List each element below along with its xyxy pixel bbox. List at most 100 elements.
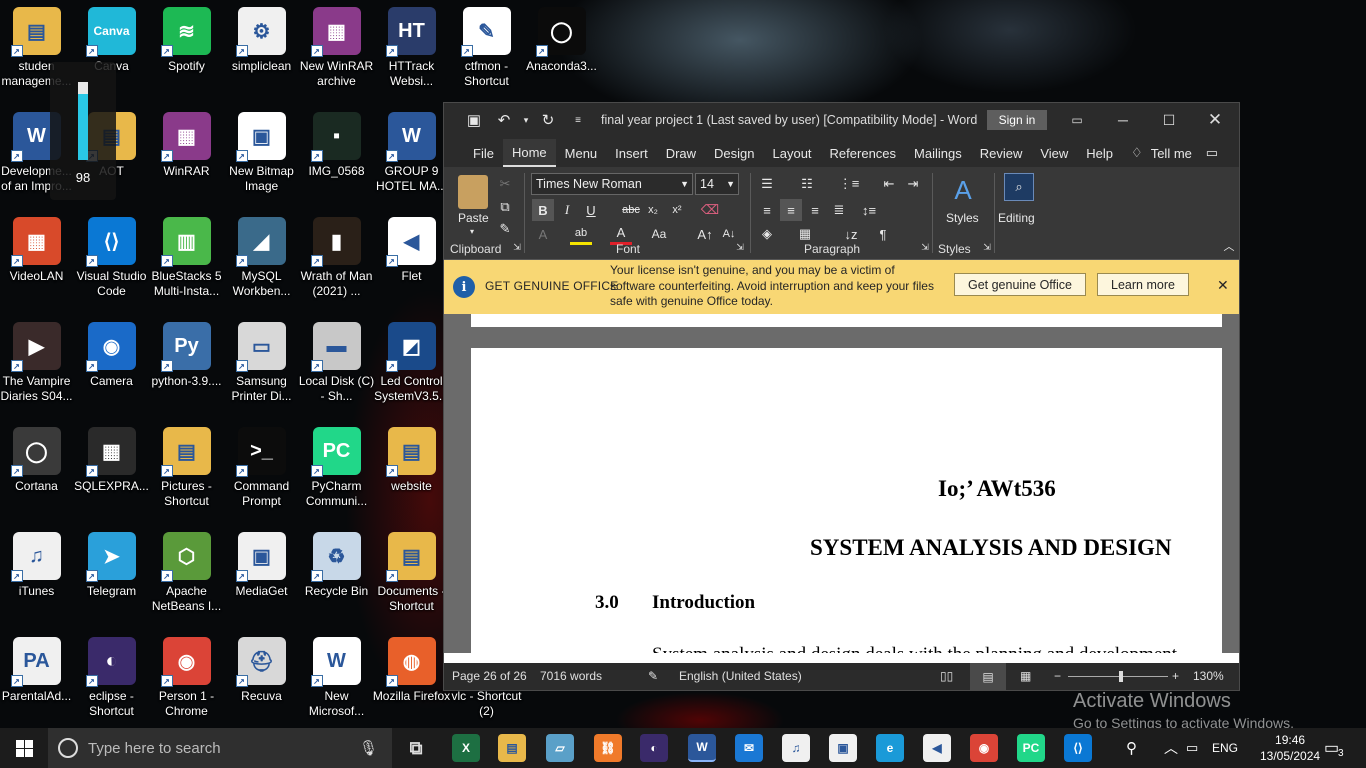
sign-in-button[interactable]: Sign in	[987, 110, 1047, 130]
paste-dropdown-icon[interactable]: ▾	[470, 227, 474, 236]
superscript-button[interactable]: x²	[666, 199, 688, 221]
tab-home[interactable]: Home	[502, 139, 556, 167]
desktop-icon[interactable]: ▬ ↗ Local Disk (C) - Sh...	[299, 315, 374, 420]
undo-icon[interactable]: ↶	[489, 105, 519, 135]
line-spacing-icon[interactable]: ↕≡	[858, 199, 880, 221]
zoom-slider-thumb[interactable]	[1119, 671, 1123, 682]
proofing-icon[interactable]: ✎	[648, 669, 658, 683]
desktop-icon[interactable]: ▣ ↗ New Bitmap Image	[224, 105, 299, 210]
desktop-icon[interactable]: ◩ ↗ Led Control SystemV3.5...	[374, 315, 449, 420]
tab-draw[interactable]: Draw	[657, 139, 705, 167]
file-explorer-icon[interactable]: ▤	[498, 734, 526, 762]
learn-more-button[interactable]: Learn more	[1097, 273, 1189, 296]
tab-menu[interactable]: Menu	[556, 139, 607, 167]
language-status[interactable]: English (United States)	[679, 669, 802, 683]
document-page[interactable]: Io;’ AWt536 SYSTEM ANALYSIS AND DESIGN 3…	[471, 348, 1222, 653]
customize-toolbar-icon[interactable]: ≡	[563, 105, 593, 135]
desktop-icon[interactable]: ◀ ↗ Flet	[374, 210, 449, 315]
text-effects-icon[interactable]: A	[532, 223, 554, 245]
font-size-combo[interactable]: 14 ▼	[695, 173, 739, 195]
increase-indent-icon[interactable]: ⇥	[902, 173, 924, 195]
clear-formatting-icon[interactable]: ⌫	[699, 199, 721, 221]
editing-button[interactable]: Editing	[998, 211, 1035, 225]
tab-insert[interactable]: Insert	[606, 139, 657, 167]
comments-icon[interactable]: ▭	[1197, 139, 1227, 167]
desktop-icon[interactable]: ♻ ↗ Recycle Bin	[299, 525, 374, 630]
word-icon[interactable]: W	[688, 734, 716, 762]
find-icon[interactable]: ⌕	[1004, 173, 1034, 201]
paste-button[interactable]: Paste	[458, 211, 489, 225]
task-view-icon[interactable]: ⧉	[402, 734, 430, 762]
desktop-icon[interactable]: ▦ ↗ VideoLAN	[0, 210, 74, 315]
change-case-icon[interactable]: Aa	[648, 223, 670, 245]
copy-icon[interactable]: ⧉	[494, 196, 516, 218]
desktop-icon[interactable]: ◍ ↗ Mozilla Firefox	[373, 630, 450, 735]
desktop-icon[interactable]: ▤ ↗ website	[374, 420, 449, 525]
styles-button[interactable]: Styles	[946, 211, 979, 225]
language-indicator[interactable]: ENG	[1212, 741, 1238, 755]
shading-icon[interactable]: ◈	[756, 223, 778, 245]
tab-review[interactable]: Review	[971, 139, 1032, 167]
zoom-in-icon[interactable]: +	[1172, 669, 1179, 683]
subscript-button[interactable]: x₂	[642, 199, 664, 221]
desktop-icon[interactable]: ▦ ↗ SQLEXPRA...	[74, 420, 149, 525]
decrease-indent-icon[interactable]: ⇤	[878, 173, 900, 195]
tab-design[interactable]: Design	[705, 139, 763, 167]
desktop-icon[interactable]: ▤ ↗ Pictures - Shortcut	[149, 420, 224, 525]
eclipse-icon[interactable]: ◐	[640, 734, 668, 762]
chrome-icon[interactable]: ◉	[970, 734, 998, 762]
numbering-icon[interactable]: ☷	[796, 173, 818, 195]
web-layout-icon[interactable]: ▦	[1020, 669, 1031, 683]
zoom-out-icon[interactable]: −	[1054, 669, 1061, 683]
desktop-icon[interactable]: HT ↗ HTTrack Websi...	[374, 0, 449, 105]
desktop-icon[interactable]: Py ↗ python-3.9....	[149, 315, 224, 420]
tab-mailings[interactable]: Mailings	[905, 139, 971, 167]
desktop-icon[interactable]: ◉ ↗ Camera	[74, 315, 149, 420]
network-icon[interactable]: ▭	[1186, 740, 1198, 756]
styles-icon[interactable]: A	[948, 175, 978, 205]
zoom-level[interactable]: 130%	[1193, 669, 1224, 683]
desktop-icon[interactable]: ♫ ↗ iTunes	[0, 525, 74, 630]
desktop-icon[interactable]: ◯ ↗ Anaconda3...	[524, 0, 599, 105]
mail-icon[interactable]: ✉	[735, 734, 763, 762]
xampp-icon[interactable]: ⛓	[594, 734, 622, 762]
desktop-icon[interactable]: >_ ↗ Command Prompt	[224, 420, 299, 525]
get-genuine-office-button[interactable]: Get genuine Office	[954, 273, 1086, 296]
taskbar-search[interactable]: Type here to search 🎙	[48, 728, 392, 768]
tab-layout[interactable]: Layout	[764, 139, 821, 167]
pycharm-icon[interactable]: PC	[1017, 734, 1045, 762]
maximize-button[interactable]: ☐	[1146, 103, 1192, 137]
battery-widget[interactable]: 98	[50, 62, 116, 200]
font-launcher-icon[interactable]: ⇲	[729, 236, 751, 258]
desktop-icon[interactable]: W ↗ GROUP 9 HOTEL MA...	[374, 105, 449, 210]
desktop-icon[interactable]: PC ↗ PyCharm Communi...	[299, 420, 374, 525]
desktop-icon[interactable]: ▪ ↗ IMG_0568	[299, 105, 374, 210]
desktop-icon[interactable]: ▶ ↗ The Vampire Diaries S04...	[0, 315, 74, 420]
word-window[interactable]: ▣ ↶ ▾ ↻ ≡ final year project 1 (Last sav…	[443, 102, 1240, 691]
italic-button[interactable]: I	[556, 199, 578, 221]
close-icon[interactable]: ✕	[1217, 277, 1229, 294]
tell-me-search[interactable]: ♢ Tell me	[1122, 139, 1201, 167]
font-name-combo[interactable]: Times New Roman ▼	[531, 173, 693, 195]
edge-icon[interactable]: e	[876, 734, 904, 762]
strikethrough-button[interactable]: abc	[620, 199, 642, 221]
desktop-icon[interactable]: ◯ ↗ Cortana	[0, 420, 74, 525]
desktop-icon[interactable]: ◢ ↗ MySQL Workben...	[224, 210, 299, 315]
desktop-icon[interactable]: ◉ ↗ Person 1 - Chrome	[149, 630, 224, 735]
tab-references[interactable]: References	[821, 139, 905, 167]
excel-icon[interactable]: X	[452, 734, 480, 762]
document-area[interactable]: Io;’ AWt536 SYSTEM ANALYSIS AND DESIGN 3…	[444, 314, 1239, 653]
itunes-icon[interactable]: ♫	[782, 734, 810, 762]
underline-button[interactable]: U	[580, 199, 602, 221]
desktop-icon[interactable]: ◐ ↗ eclipse - Shortcut	[74, 630, 149, 735]
store-icon[interactable]: ▣	[829, 734, 857, 762]
desktop-icon[interactable]: ⬡ ↗ Apache NetBeans I...	[149, 525, 224, 630]
close-button[interactable]: ✕	[1192, 103, 1238, 137]
paste-icon[interactable]	[458, 175, 488, 209]
bullets-icon[interactable]: ☰	[756, 173, 778, 195]
desktop-icon[interactable]: ➤ ↗ Telegram	[74, 525, 149, 630]
tab-file[interactable]: File	[464, 139, 503, 167]
microphone-icon[interactable]: 🎙	[359, 739, 378, 757]
desktop-icon[interactable]: ▮ ↗ Wrath of Man (2021) ...	[299, 210, 374, 315]
multilevel-list-icon[interactable]: ⋮≡	[838, 173, 860, 195]
